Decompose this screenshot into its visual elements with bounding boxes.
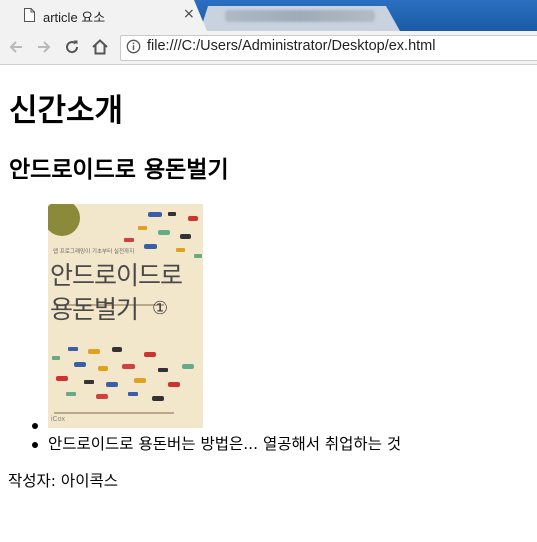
tab-title: article 요소 [43, 10, 106, 25]
close-icon[interactable]: × [183, 6, 195, 22]
background-tab-title [225, 10, 375, 22]
book-title: 안드로이드로 용돈벌기 [9, 157, 229, 183]
home-icon[interactable] [90, 37, 110, 57]
cover-publisher: iCox [51, 416, 66, 423]
page-icon [24, 8, 35, 22]
cover-title-line2: 용돈벌기 [50, 295, 139, 324]
page-title: 신간소개 [9, 93, 124, 129]
reload-icon[interactable] [62, 37, 82, 57]
cover-title-line1: 안드로이드로 [50, 261, 183, 290]
list-bullet [32, 423, 38, 429]
book-description: 안드로이드로 용돈버는 방법은... 열공해서 취업하는 것 [48, 435, 402, 453]
forward-arrow-icon[interactable] [34, 37, 54, 57]
list-bullet [32, 442, 38, 448]
url-text[interactable]: file:///C:/Users/Administrator/Desktop/e… [147, 38, 435, 54]
author-line: 작성자: 아이콕스 [8, 472, 118, 490]
info-icon[interactable] [126, 39, 141, 54]
cover-volume: ① [152, 298, 169, 319]
back-arrow-icon[interactable] [6, 37, 26, 57]
cover-tagline: 앱 프로그래밍이 기초부터 실전까지 [53, 249, 135, 255]
book-cover-image: 앱 프로그래밍이 기초부터 실전까지 안드로이드로 용돈벌기 ① iCox [48, 204, 203, 428]
